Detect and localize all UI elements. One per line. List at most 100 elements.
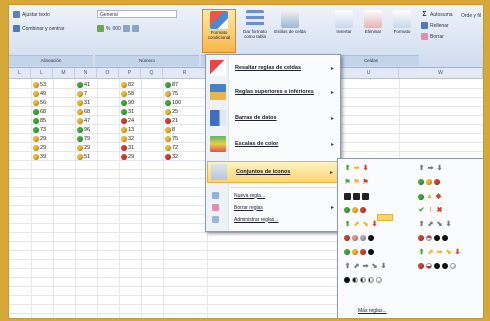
table-cell[interactable]: 31 (121, 107, 134, 116)
icon-set-3-traffic-lights[interactable] (418, 179, 440, 185)
table-cell[interactable]: 21 (165, 116, 178, 125)
table-cell[interactable]: 72 (165, 143, 178, 152)
group-alignment: Alineación (9, 55, 93, 66)
table-cell[interactable]: 82 (121, 80, 134, 89)
menu-item-icon-sets[interactable]: Conjuntos de iconos ▸ (207, 161, 338, 183)
submenu-arrow-icon: ▸ (330, 89, 334, 96)
menu-item-new-rule[interactable]: Nueva regla... (209, 191, 338, 200)
table-cell[interactable]: 51 (77, 152, 90, 161)
table-cell[interactable]: 24 (121, 116, 134, 125)
table-cell[interactable]: 75 (165, 134, 178, 143)
column-header[interactable]: L (9, 68, 31, 79)
square-icon (362, 193, 369, 200)
traffic-light-icon (77, 81, 83, 88)
icon-set-5-ratings[interactable] (418, 263, 456, 269)
check-circle-icon (344, 207, 350, 213)
table-cell[interactable]: 32 (121, 134, 134, 143)
table-cell[interactable]: 68 (77, 107, 90, 116)
decrease-decimal-icon[interactable] (131, 25, 139, 32)
icon-set-3-arrows-gray[interactable]: ⬆ ➡ ⬇ (418, 165, 443, 172)
insert-button[interactable]: Insertar (328, 9, 360, 51)
merge-icon (13, 25, 20, 32)
icon-set-3-signs[interactable]: ▲ ◆ (418, 193, 442, 200)
table-cell[interactable]: 29 (77, 143, 90, 152)
circle-icon (418, 193, 424, 200)
icon-set-3-traffic-lights-rimmed[interactable] (344, 193, 369, 200)
table-cell[interactable]: 90 (121, 98, 134, 107)
table-cell[interactable]: 32 (165, 152, 178, 161)
icon-set-red-to-black[interactable] (344, 235, 374, 241)
table-cell[interactable]: 96 (77, 125, 90, 134)
format-as-table-button[interactable]: Dar formato como tabla (239, 9, 271, 51)
menu-item-top-bottom-rules[interactable]: Reglas superiores e inferiores ▸ (207, 82, 338, 102)
sort-filter-button[interactable]: Orde y fil (461, 13, 481, 19)
exclamation-circle-icon (352, 207, 358, 213)
table-cell[interactable]: 31 (121, 143, 134, 152)
table-cell[interactable]: 85 (33, 116, 46, 125)
icon-set-3-arrows-color[interactable]: ⬆ ➡ ⬇ (344, 165, 369, 172)
more-rules-link[interactable]: Más reglas... (358, 308, 387, 314)
delete-button[interactable]: Eliminar (357, 9, 389, 51)
percent-button[interactable]: % (106, 26, 110, 32)
table-cell[interactable]: 79 (77, 134, 90, 143)
table-cell[interactable]: 29 (33, 143, 46, 152)
table-cell[interactable]: 13 (121, 125, 134, 134)
icon-set-4-arrows-gray[interactable]: ⬆ ⬈ ⬊ ⬇ (418, 221, 452, 228)
column-header[interactable]: Q (141, 68, 163, 79)
traffic-light-icon (121, 135, 127, 142)
number-format-select[interactable]: General (97, 10, 177, 18)
column-header[interactable]: O (97, 68, 119, 79)
table-cell[interactable]: 41 (77, 80, 90, 89)
table-cell[interactable]: 29 (121, 152, 134, 161)
currency-icon[interactable] (97, 25, 104, 32)
autosum-button[interactable]: Σ Autosuma (421, 11, 452, 18)
table-cell[interactable]: 73 (33, 125, 46, 134)
table-cell[interactable]: 25 (165, 107, 178, 116)
table-cell[interactable]: 7 (77, 89, 87, 98)
column-header[interactable]: R (163, 68, 207, 79)
icon-set-4-ratings[interactable] (418, 235, 448, 241)
table-cell[interactable]: 58 (121, 89, 134, 98)
merge-center-button[interactable]: Combinar y centrar (13, 25, 65, 32)
icon-set-4-traffic-lights[interactable] (344, 249, 374, 255)
table-cell[interactable]: 75 (165, 89, 178, 98)
column-header[interactable]: W (399, 68, 483, 79)
clear-button[interactable]: Borrar (421, 33, 444, 40)
table-cell[interactable]: 31 (77, 98, 90, 107)
wrap-text-button[interactable]: Ajustar texto (13, 11, 50, 18)
column-header[interactable]: N (75, 68, 97, 79)
increase-decimal-icon[interactable] (122, 25, 130, 32)
icon-set-5-quarters[interactable] (344, 277, 382, 283)
icon-set-3-symbols[interactable]: ✔ ! ✖ (418, 207, 443, 214)
column-header[interactable]: U (339, 68, 399, 79)
table-cell[interactable]: 68 (33, 107, 46, 116)
column-header[interactable]: M (53, 68, 75, 79)
icon-set-5-arrows-gray[interactable]: ⬆ ⬈ ➡ ⬊ ⬇ (344, 263, 387, 270)
table-cell[interactable]: 29 (33, 134, 46, 143)
column-header[interactable]: L (31, 68, 53, 79)
menu-item-clear-rules[interactable]: Borrar reglas ▸ (209, 203, 338, 212)
column-header[interactable]: P (119, 68, 141, 79)
cell-styles-button[interactable]: Estilos de celda (274, 9, 306, 51)
table-cell[interactable]: 39 (33, 152, 46, 161)
icon-set-3-symbols-circled[interactable] (344, 207, 366, 213)
fill-button[interactable]: Rellenar (421, 22, 449, 29)
menu-item-color-scales[interactable]: Escalas de color ▸ (207, 134, 338, 154)
diamond-icon: ◆ (435, 193, 442, 200)
icon-set-5-arrows-color[interactable]: ⬆ ⬈ ➡ ⬊ ⬇ (418, 249, 461, 256)
thousands-button[interactable]: 000 (112, 26, 120, 32)
icon-set-4-arrows-color[interactable]: ⬆ ⬈ ⬊ ⬇ (344, 221, 378, 228)
table-cell[interactable]: 53 (33, 80, 46, 89)
table-cell[interactable]: 87 (165, 80, 178, 89)
table-cell[interactable]: 56 (33, 98, 46, 107)
menu-item-manage-rules[interactable]: Administrar reglas... (209, 215, 338, 224)
format-button[interactable]: Formato (386, 9, 418, 51)
menu-item-highlight-rules[interactable]: Resaltar reglas de celdas ▸ (207, 58, 338, 78)
table-cell[interactable]: 8 (165, 125, 175, 134)
menu-item-data-bars[interactable]: Barras de datos ▸ (207, 108, 338, 128)
conditional-format-button[interactable]: Formato condicional (202, 9, 236, 53)
table-cell[interactable]: 49 (33, 89, 46, 98)
table-cell[interactable]: 47 (77, 116, 90, 125)
icon-set-3-flags[interactable]: ⚑ ⚑ ⚑ (344, 179, 369, 186)
table-cell[interactable]: 100 (165, 98, 181, 107)
